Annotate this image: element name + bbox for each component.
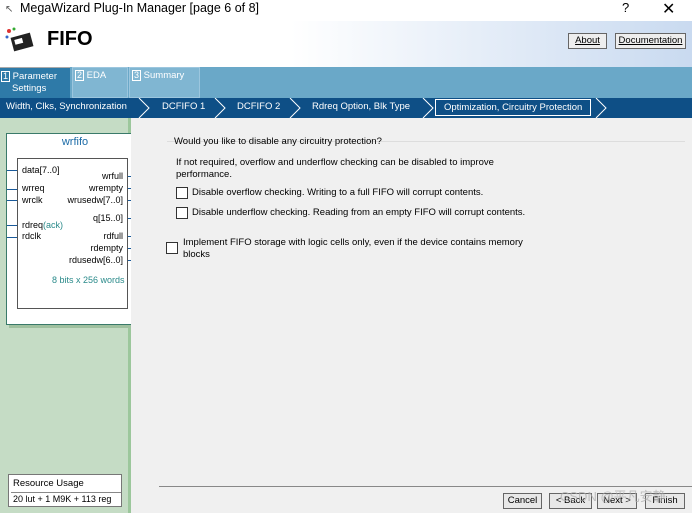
pin-ack-label: (ack): [43, 220, 64, 230]
help-button[interactable]: ?: [622, 0, 629, 15]
resource-usage-value: 20 lut + 1 M9K + 113 reg: [11, 492, 121, 506]
disable-underflow-label[interactable]: Disable underflow checking. Reading from…: [192, 207, 525, 218]
tab-number: 2: [75, 70, 85, 81]
pin-rdusedw: rdusedw[6..0]: [68, 255, 123, 265]
tab-label: Summary: [143, 70, 185, 81]
breadcrumb-dcfifo2[interactable]: DCFIFO 2: [237, 101, 280, 112]
tab-label: Parameter: [12, 71, 58, 82]
logic-cells-label-line1[interactable]: Implement FIFO storage with logic cells …: [183, 237, 523, 248]
tab-number: 3: [132, 70, 142, 81]
pin-line: [7, 189, 17, 190]
tab-label-line2: Settings: [12, 83, 47, 94]
pin-rdfull: rdfull: [103, 231, 123, 241]
breadcrumb-width-clks[interactable]: Width, Clks, Synchronization: [6, 101, 127, 112]
tab-number: 1: [1, 71, 11, 82]
pin-data: data[7..0]: [22, 165, 60, 175]
logic-cells-checkbox[interactable]: [166, 242, 178, 254]
breadcrumb-optimization[interactable]: Optimization, Circuitry Protection: [435, 99, 592, 116]
chevron-right-icon: [138, 98, 150, 118]
page-header: FIFO About Documentation: [0, 21, 692, 67]
pin-wrreq: wrreq: [22, 183, 45, 193]
breadcrumb-rdreq-option[interactable]: Rdreq Option, Blk Type: [312, 101, 410, 112]
question-text: Would you like to disable any circuitry …: [174, 136, 382, 147]
chevron-right-icon: [422, 98, 434, 118]
logic-cells-label-line2[interactable]: blocks: [183, 249, 210, 260]
symbol-name: wrfifo: [61, 136, 89, 148]
disable-underflow-checkbox[interactable]: [176, 207, 188, 219]
symbol-size: 8 bits x 256 words: [52, 275, 125, 285]
pin-q: q[15..0]: [92, 213, 123, 223]
fifo-logo-icon: [5, 27, 34, 52]
pin-wrclk: wrclk: [22, 195, 43, 205]
watermark: CSDN @平凡安静: [560, 489, 666, 504]
tab-summary[interactable]: 3 Summary: [129, 67, 200, 98]
chevron-right-icon: [289, 98, 301, 118]
resource-usage-box: Resource Usage 20 lut + 1 M9K + 113 reg: [8, 474, 122, 507]
pin-line: [7, 170, 17, 171]
disable-overflow-label[interactable]: Disable overflow checking. Writing to a …: [192, 187, 483, 198]
pin-line: [7, 237, 17, 238]
pin-rdempty: rdempty: [90, 243, 123, 253]
pin-rdreq: rdreq(ack): [22, 220, 63, 230]
resource-usage-label: Resource Usage: [13, 478, 84, 489]
pin-wrempty: wrempty: [88, 183, 123, 193]
pin-line: [7, 200, 17, 201]
chevron-right-icon: [214, 98, 226, 118]
fifo-symbol: wrfifo data[7..0] wrfull wrreq wrempty w…: [6, 133, 144, 325]
tab-label: EDA: [86, 70, 107, 81]
pin-rdreq-label: rdreq: [22, 220, 44, 230]
pin-line: [7, 225, 17, 226]
cancel-button[interactable]: Cancel: [503, 493, 542, 509]
about-button[interactable]: About: [568, 33, 607, 49]
title-bar: ↖ MegaWizard Plug-In Manager [page 6 of …: [0, 0, 692, 21]
tab-bar: 1 Parameter Settings 2 EDA 3 Summary: [0, 67, 692, 98]
description-line1: If not required, overflow and underflow …: [176, 157, 494, 168]
pin-wrfull: wrfull: [101, 171, 123, 181]
chevron-right-icon: [595, 98, 607, 118]
close-button[interactable]: ✕: [662, 0, 675, 19]
tab-eda[interactable]: 2 EDA: [72, 67, 128, 98]
disable-overflow-checkbox[interactable]: [176, 187, 188, 199]
wizard-app-icon: ↖: [5, 4, 14, 15]
documentation-button[interactable]: Documentation: [615, 33, 686, 49]
window-title: MegaWizard Plug-In Manager [page 6 of 8]: [20, 1, 260, 15]
page-title: FIFO: [47, 28, 93, 50]
breadcrumb-dcfifo1[interactable]: DCFIFO 1: [162, 101, 205, 112]
tab-parameter-settings[interactable]: 1 Parameter Settings: [0, 67, 70, 98]
pin-rdclk: rdclk: [22, 231, 42, 241]
pin-wrusedw: wrusedw[7..0]: [67, 195, 123, 205]
description-line2: performance.: [176, 169, 232, 180]
breadcrumb: Width, Clks, Synchronization DCFIFO 1 DC…: [0, 98, 692, 118]
